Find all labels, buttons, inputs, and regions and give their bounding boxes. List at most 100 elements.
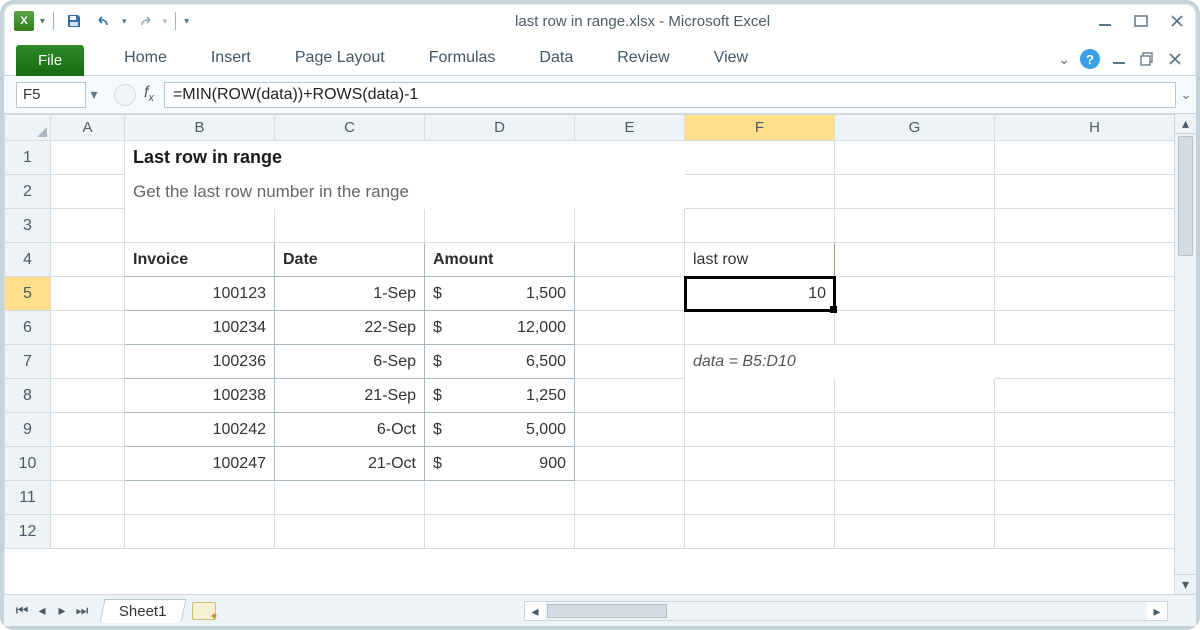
cell[interactable] [575, 311, 685, 345]
row-header-6[interactable]: 6 [5, 311, 51, 345]
cell[interactable] [835, 175, 995, 209]
col-header-H[interactable]: H [995, 115, 1195, 141]
cell[interactable] [835, 209, 995, 243]
scroll-thumb[interactable] [1178, 136, 1193, 256]
cell[interactable]: data = B5:D10 [685, 345, 995, 379]
cell[interactable] [425, 209, 575, 243]
cell[interactable] [275, 515, 425, 549]
cell[interactable] [835, 141, 995, 175]
row-header-9[interactable]: 9 [5, 413, 51, 447]
row-header-5[interactable]: 5 [5, 277, 51, 311]
redo-dropdown-icon[interactable]: ▾ [163, 16, 168, 27]
cell[interactable] [835, 379, 995, 413]
cell[interactable] [51, 413, 125, 447]
cell[interactable] [995, 175, 1195, 209]
select-all-corner[interactable] [5, 115, 51, 141]
col-header-D[interactable]: D [425, 115, 575, 141]
hscroll-track[interactable] [545, 602, 1147, 620]
cell[interactable] [125, 481, 275, 515]
table-header-invoice[interactable]: Invoice [125, 243, 275, 277]
cell[interactable] [575, 209, 685, 243]
tab-insert[interactable]: Insert [207, 43, 255, 75]
cell[interactable] [995, 345, 1195, 379]
cell[interactable] [51, 175, 125, 209]
tab-review[interactable]: Review [613, 43, 673, 75]
cell[interactable] [995, 379, 1195, 413]
maximize-button[interactable] [1132, 14, 1150, 28]
undo-dropdown-icon[interactable]: ▾ [122, 16, 127, 27]
cell[interactable] [995, 447, 1195, 481]
cell[interactable] [685, 413, 835, 447]
hscroll-thumb[interactable] [547, 604, 667, 618]
amount-cell[interactable]: $1,500 [425, 277, 575, 311]
tab-page-layout[interactable]: Page Layout [291, 43, 389, 75]
cell[interactable] [51, 243, 125, 277]
invoice-cell[interactable]: 100247 [125, 447, 275, 481]
tab-formulas[interactable]: Formulas [425, 43, 500, 75]
cell[interactable] [835, 413, 995, 447]
cell[interactable] [685, 175, 835, 209]
sheet-tab[interactable]: Sheet1 [99, 599, 186, 623]
cell[interactable] [685, 481, 835, 515]
cell[interactable] [995, 481, 1195, 515]
workbook-minimize-button[interactable] [1110, 52, 1128, 66]
scroll-up-icon[interactable]: ▴ [1175, 114, 1196, 134]
formula-bar[interactable]: =MIN(ROW(data))+ROWS(data)-1 [164, 82, 1176, 108]
cell[interactable] [125, 515, 275, 549]
cell[interactable] [835, 447, 995, 481]
invoice-cell[interactable]: 100123 [125, 277, 275, 311]
cell[interactable] [995, 209, 1195, 243]
cell[interactable] [575, 447, 685, 481]
date-cell[interactable]: 21-Sep [275, 379, 425, 413]
tab-data[interactable]: Data [535, 43, 577, 75]
close-button[interactable] [1168, 14, 1186, 28]
selected-cell[interactable]: 10 [685, 277, 835, 311]
invoice-cell[interactable]: 100234 [125, 311, 275, 345]
scroll-down-icon[interactable]: ▾ [1175, 574, 1196, 594]
cell[interactable] [51, 141, 125, 175]
cell[interactable] [425, 515, 575, 549]
row-header-4[interactable]: 4 [5, 243, 51, 277]
invoice-cell[interactable]: 100242 [125, 413, 275, 447]
amount-cell[interactable]: $900 [425, 447, 575, 481]
table-header-date[interactable]: Date [275, 243, 425, 277]
row-header-7[interactable]: 7 [5, 345, 51, 379]
cell[interactable] [575, 243, 685, 277]
workbook-restore-button[interactable] [1138, 52, 1156, 66]
cell[interactable] [995, 515, 1195, 549]
row-header-2[interactable]: 2 [5, 175, 51, 209]
lastrow-label[interactable]: last row [685, 243, 835, 277]
date-cell[interactable]: 21-Oct [275, 447, 425, 481]
cell[interactable] [51, 209, 125, 243]
horizontal-scrollbar[interactable]: ◂ ▸ [524, 601, 1168, 621]
cell[interactable] [51, 447, 125, 481]
cell[interactable] [575, 379, 685, 413]
cell[interactable] [51, 481, 125, 515]
amount-cell[interactable]: $12,000 [425, 311, 575, 345]
sheet-nav-last-icon[interactable]: ⏭ [72, 601, 92, 621]
expand-formula-bar-icon[interactable]: ⌄ [1176, 86, 1196, 103]
col-header-C[interactable]: C [275, 115, 425, 141]
tab-home[interactable]: Home [120, 43, 171, 75]
amount-cell[interactable]: $5,000 [425, 413, 575, 447]
help-icon[interactable]: ? [1080, 49, 1100, 69]
cell[interactable] [685, 379, 835, 413]
row-header-12[interactable]: 12 [5, 515, 51, 549]
cell[interactable] [575, 277, 685, 311]
cell[interactable] [995, 311, 1195, 345]
cell[interactable] [835, 243, 995, 277]
redo-button[interactable] [133, 9, 157, 33]
qat-dropdown-icon[interactable]: ▾ [40, 16, 45, 27]
cell[interactable] [51, 379, 125, 413]
cell[interactable] [835, 277, 995, 311]
cell[interactable] [995, 243, 1195, 277]
cell[interactable] [51, 515, 125, 549]
cell[interactable] [685, 209, 835, 243]
amount-cell[interactable]: $1,250 [425, 379, 575, 413]
row-header-3[interactable]: 3 [5, 209, 51, 243]
table-header-amount[interactable]: Amount [425, 243, 575, 277]
cell[interactable] [685, 515, 835, 549]
cancel-icon[interactable] [114, 84, 136, 106]
cell[interactable] [575, 413, 685, 447]
cell[interactable] [995, 141, 1195, 175]
